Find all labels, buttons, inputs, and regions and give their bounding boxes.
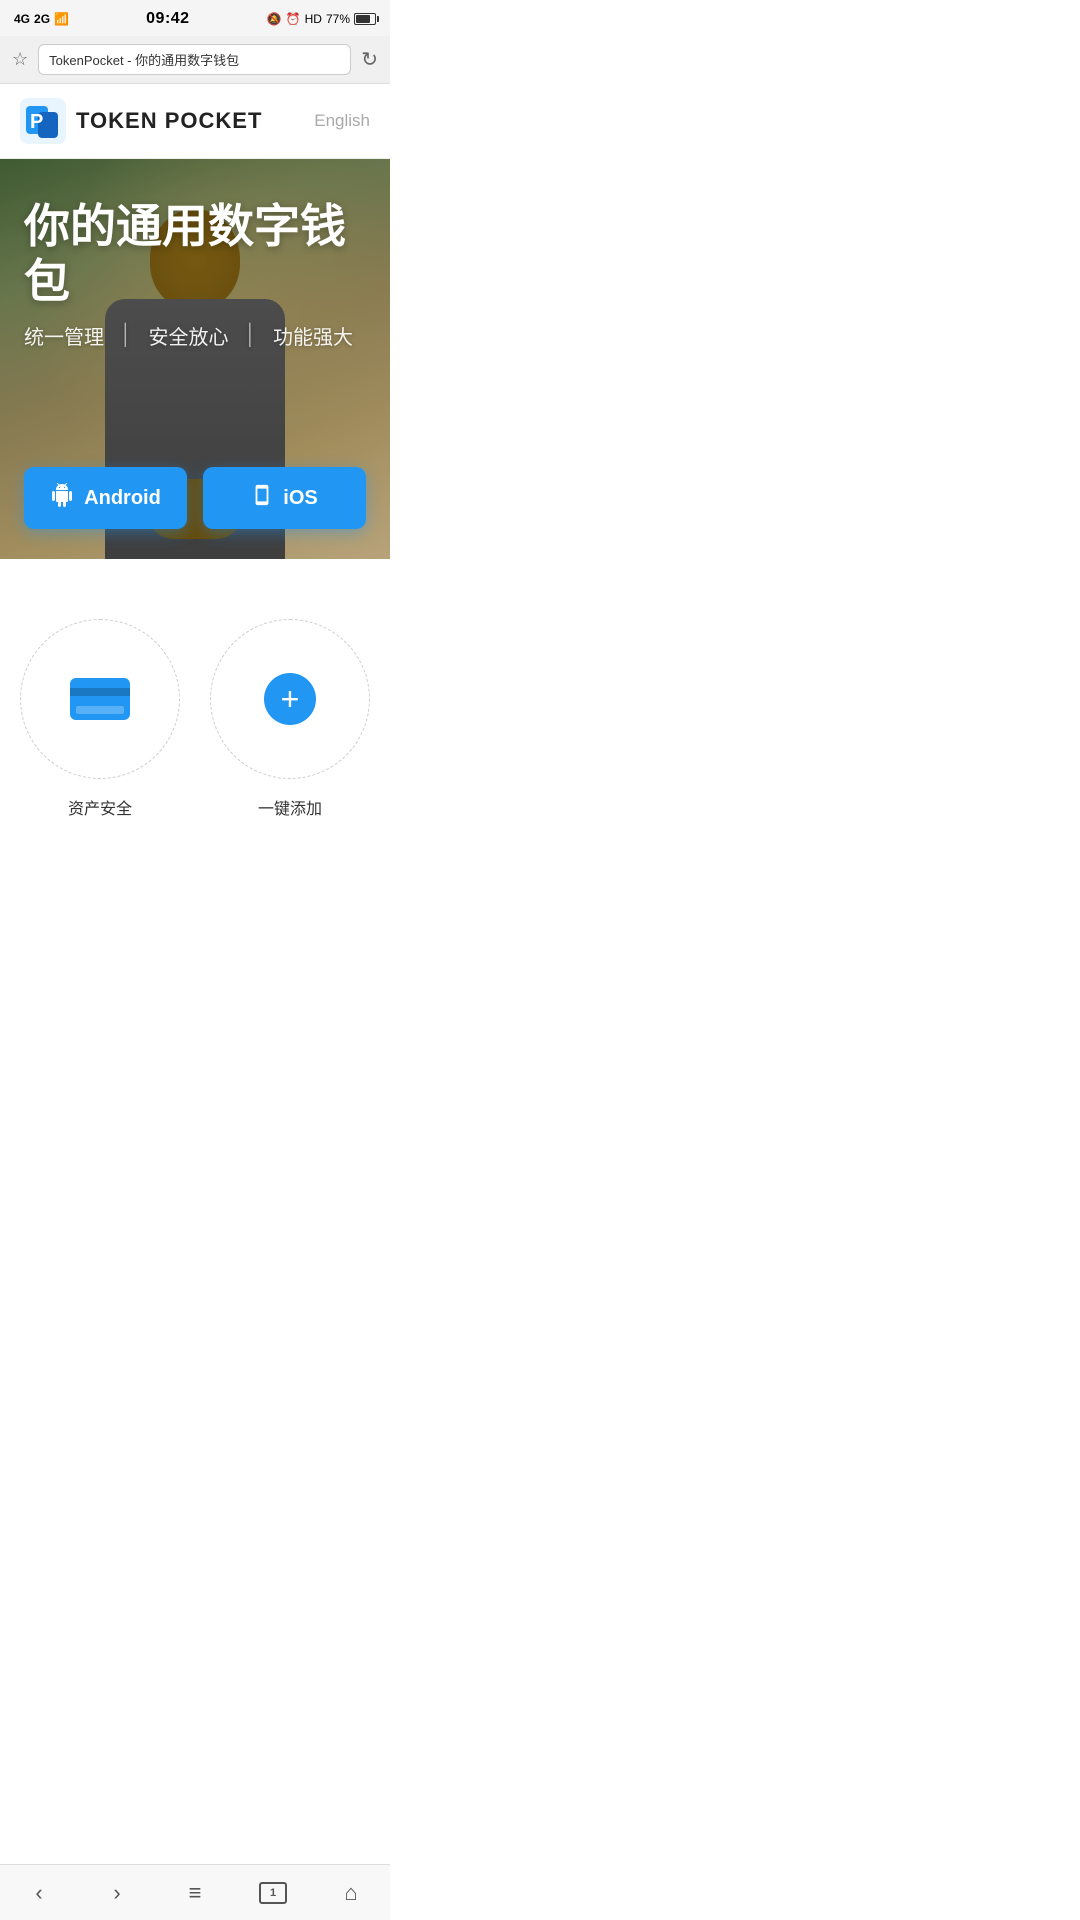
wallet-stripe [70, 688, 130, 696]
android-download-button[interactable]: Android [24, 467, 187, 529]
feature-circle-add: + [210, 619, 370, 779]
tab-count-icon: 1 [259, 1882, 287, 1904]
feature-card-add: + 一键添加 [210, 619, 370, 819]
features-grid: 资产安全 + 一键添加 [20, 619, 370, 819]
status-signals: 4G 2G 📶 [14, 12, 69, 26]
wallet-card-icon [70, 678, 130, 720]
plus-icon: + [264, 673, 316, 725]
ios-icon [251, 484, 273, 512]
alarm-icon: 🔕 [267, 12, 282, 26]
hd-icon: HD [305, 12, 322, 26]
logo-text: TOKEN POCKET [76, 108, 262, 134]
hero-content: 你的通用数字钱包 统一管理 │ 安全放心 │ 功能强大 Android [0, 159, 390, 559]
back-button[interactable]: ‹ [14, 1871, 64, 1915]
wallet-icon [70, 678, 130, 720]
logo-area: P TOKEN POCKET [20, 98, 262, 144]
subtitle-manage: 统一管理 [24, 321, 104, 350]
ios-download-button[interactable]: iOS [203, 467, 366, 529]
hero-subtitle: 统一管理 │ 安全放心 │ 功能强大 [24, 321, 366, 350]
status-bar: 4G 2G 📶 09:42 🔕 ⏰ HD 77% [0, 0, 390, 36]
battery-percent: 77% [326, 12, 350, 26]
refresh-icon[interactable]: ↻ [361, 47, 378, 72]
subtitle-divider-2: │ [245, 324, 258, 347]
android-button-label: Android [84, 487, 161, 510]
alarm-clock-icon: ⏰ [286, 12, 301, 26]
features-section: 资产安全 + 一键添加 [0, 559, 390, 849]
url-bar[interactable]: TokenPocket - 你的通用数字钱包 [38, 44, 351, 75]
svg-text:P: P [30, 111, 43, 133]
browser-bar: ☆ TokenPocket - 你的通用数字钱包 ↻ [0, 36, 390, 84]
home-icon: ⌂ [344, 1880, 357, 1906]
subtitle-powerful: 功能强大 [273, 321, 353, 350]
subtitle-safe: 安全放心 [149, 321, 229, 350]
signal-4g: 4G [14, 12, 30, 26]
hero-title: 你的通用数字钱包 [24, 199, 366, 309]
feature-label-wallet: 资产安全 [68, 795, 132, 819]
logo-icon: P [20, 98, 66, 144]
feature-circle-wallet [20, 619, 180, 779]
battery-icon [354, 13, 376, 25]
subtitle-divider-1: │ [120, 324, 133, 347]
menu-button[interactable]: ≡ [170, 1871, 220, 1915]
feature-card-wallet: 资产安全 [20, 619, 180, 819]
hero-section: 你的通用数字钱包 统一管理 │ 安全放心 │ 功能强大 Android [0, 159, 390, 559]
bookmark-icon[interactable]: ☆ [12, 49, 28, 70]
android-icon [50, 483, 74, 513]
ios-button-label: iOS [283, 487, 317, 510]
forward-button[interactable]: › [92, 1871, 142, 1915]
signal-2g: 2G [34, 12, 50, 26]
header-nav: P TOKEN POCKET English [0, 84, 390, 159]
wifi-icon: 📶 [54, 12, 69, 26]
hero-buttons: Android iOS [24, 467, 366, 529]
status-right-icons: 🔕 ⏰ HD 77% [267, 12, 376, 26]
tabs-button[interactable]: 1 [248, 1871, 298, 1915]
language-button[interactable]: English [314, 111, 370, 131]
bottom-nav: ‹ › ≡ 1 ⌂ [0, 1864, 390, 1920]
feature-label-add: 一键添加 [258, 795, 322, 819]
home-button[interactable]: ⌂ [326, 1871, 376, 1915]
status-time: 09:42 [146, 10, 189, 28]
